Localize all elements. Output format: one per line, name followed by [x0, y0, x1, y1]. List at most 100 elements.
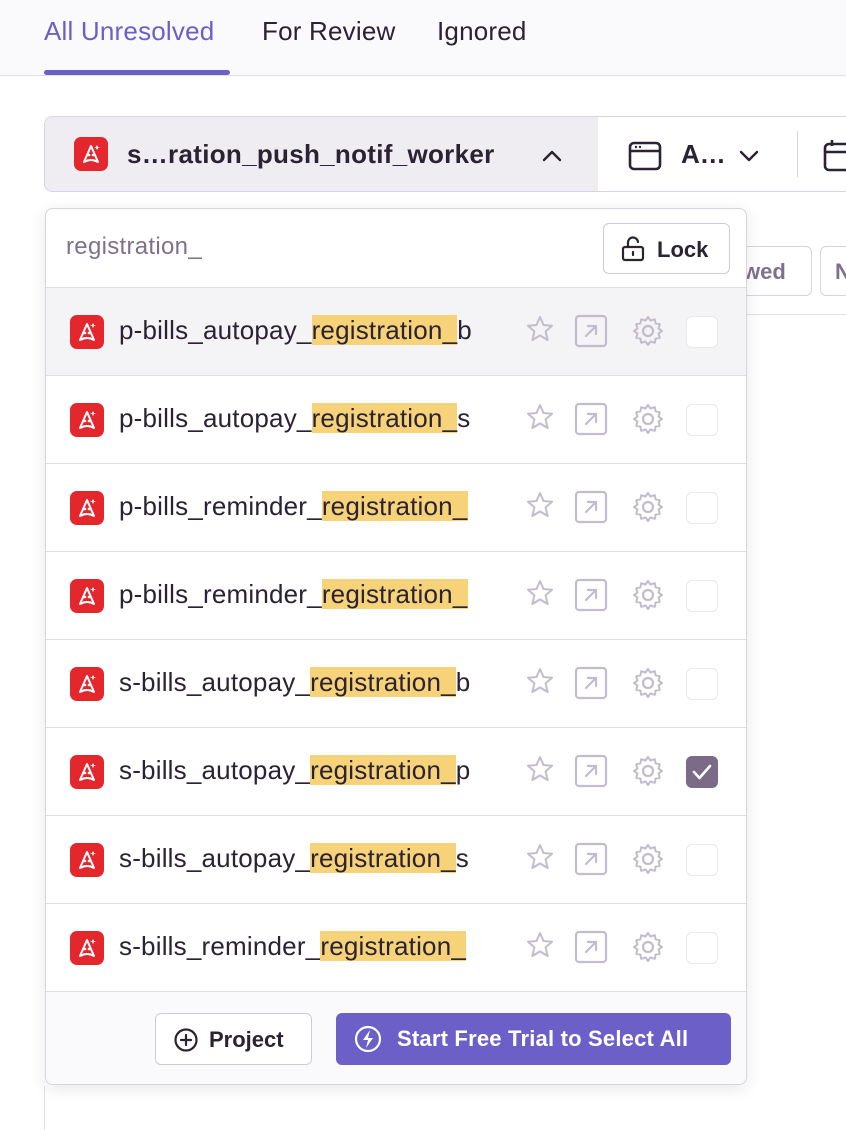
star-icon[interactable]	[525, 754, 555, 789]
project-checkbox[interactable]	[686, 668, 718, 700]
android-icon	[70, 755, 104, 789]
project-name-prefix: p-bills_reminder_	[119, 579, 322, 609]
android-icon	[70, 843, 104, 877]
gear-icon[interactable]	[631, 754, 665, 793]
project-name: s-bills_autopay_registration_b	[119, 667, 525, 703]
star-icon[interactable]	[525, 842, 555, 877]
checkmark-icon	[687, 764, 717, 791]
gear-icon[interactable]	[631, 578, 665, 617]
search-match-highlight: registration_	[310, 843, 456, 873]
project-name-prefix: s-bills_autopay_	[119, 843, 311, 873]
project-checkbox[interactable]	[686, 932, 718, 964]
tab-for-review[interactable]: For Review	[262, 16, 395, 47]
tab-all-unresolved[interactable]: All Unresolved	[44, 16, 214, 47]
add-project-button[interactable]: Project	[155, 1013, 312, 1065]
project-list-item[interactable]: p-bills_reminder_registration_	[46, 552, 746, 640]
gear-icon[interactable]	[631, 402, 665, 441]
project-name: p-bills_autopay_registration_s	[119, 403, 525, 439]
external-link-icon[interactable]	[574, 490, 608, 529]
chevron-up-icon	[542, 150, 562, 162]
sort-button-new[interactable]: N	[820, 246, 846, 296]
project-checkbox[interactable]	[686, 492, 718, 524]
divider-line	[44, 1086, 45, 1130]
tab-ignored[interactable]: Ignored	[437, 16, 527, 47]
project-checkbox[interactable]	[686, 756, 718, 788]
project-name: p-bills_reminder_registration_	[119, 579, 525, 615]
star-icon[interactable]	[525, 314, 555, 349]
star-icon[interactable]	[525, 490, 555, 525]
project-checkbox[interactable]	[686, 580, 718, 612]
project-list-item[interactable]: s-bills_autopay_registration_p	[46, 728, 746, 816]
project-list: p-bills_autopay_registration_b p-bills_au…	[46, 288, 746, 992]
project-name-prefix: s-bills_reminder_	[119, 931, 321, 961]
project-name-prefix: p-bills_autopay_	[119, 403, 312, 433]
external-link-icon[interactable]	[574, 666, 608, 705]
android-icon	[70, 931, 104, 965]
lock-label: Lock	[657, 237, 709, 262]
calendar-icon	[628, 141, 662, 171]
lock-button[interactable]: Lock	[603, 223, 730, 274]
project-name-prefix: p-bills_autopay_	[119, 315, 312, 345]
dropdown-footer: Project Start Free Trial to Select All	[46, 992, 746, 1084]
active-tab-indicator	[44, 70, 230, 75]
android-icon	[70, 315, 104, 349]
external-link-icon[interactable]	[574, 842, 608, 881]
external-link-icon[interactable]	[574, 402, 608, 441]
project-list-item[interactable]: p-bills_reminder_registration_	[46, 464, 746, 552]
gear-icon[interactable]	[631, 490, 665, 529]
search-match-highlight: registration_	[321, 579, 468, 609]
project-name-suffix: p	[455, 755, 471, 785]
project-name-prefix: s-bills_autopay_	[119, 755, 311, 785]
search-match-highlight: registration_	[321, 491, 468, 521]
external-link-icon[interactable]	[574, 578, 608, 617]
android-icon	[74, 137, 108, 171]
plus-circle-icon	[174, 1028, 198, 1052]
environment-selector[interactable]: A…	[625, 139, 795, 173]
project-checkbox[interactable]	[686, 404, 718, 436]
project-name: p-bills_autopay_registration_b	[119, 315, 525, 351]
project-name-prefix: s-bills_autopay_	[119, 667, 311, 697]
unlock-icon	[621, 236, 645, 262]
tab-bar: All Unresolved For Review Ignored	[0, 0, 846, 76]
project-name-suffix: s	[455, 843, 469, 873]
project-list-item[interactable]: p-bills_autopay_registration_s	[46, 376, 746, 464]
add-project-label: Project	[209, 1027, 284, 1052]
chevron-down-icon	[739, 150, 759, 162]
filter-divider	[797, 131, 798, 177]
search-match-highlight: registration_	[310, 667, 456, 697]
project-search-input[interactable]	[66, 229, 586, 265]
project-name: s-bills_reminder_registration_	[119, 931, 525, 967]
project-name-suffix: b	[455, 667, 471, 697]
project-list-item[interactable]: s-bills_autopay_registration_s	[46, 816, 746, 904]
search-match-highlight: registration_	[320, 931, 467, 961]
sort-button-label: N	[835, 259, 846, 284]
project-checkbox[interactable]	[686, 844, 718, 876]
star-icon[interactable]	[525, 578, 555, 613]
project-name-prefix: p-bills_reminder_	[119, 491, 322, 521]
star-icon[interactable]	[525, 402, 555, 437]
star-icon[interactable]	[525, 666, 555, 701]
gear-icon[interactable]	[631, 930, 665, 969]
star-icon[interactable]	[525, 930, 555, 965]
sort-button-label: wed	[743, 259, 786, 284]
start-free-trial-label: Start Free Trial to Select All	[397, 1026, 689, 1051]
search-match-highlight: registration_	[310, 755, 456, 785]
date-range-icon[interactable]	[823, 139, 846, 173]
gear-icon[interactable]	[631, 314, 665, 353]
divider-line	[740, 314, 846, 315]
project-dropdown: Lock p-bills_autopay_registration_bp-bil…	[45, 208, 747, 1085]
project-selector[interactable]: s…ration_push_notif_worker	[45, 117, 598, 191]
project-list-item[interactable]: s-bills_reminder_registration_	[46, 904, 746, 992]
project-list-item[interactable]: p-bills_autopay_registration_b	[46, 288, 746, 376]
environment-label: A…	[681, 139, 726, 169]
gear-icon[interactable]	[631, 666, 665, 705]
project-checkbox[interactable]	[686, 316, 718, 348]
gear-icon[interactable]	[631, 842, 665, 881]
project-name: s-bills_autopay_registration_s	[119, 843, 525, 879]
external-link-icon[interactable]	[574, 930, 608, 969]
project-name: s-bills_autopay_registration_p	[119, 755, 525, 791]
project-list-item[interactable]: s-bills_autopay_registration_b	[46, 640, 746, 728]
start-free-trial-button[interactable]: Start Free Trial to Select All	[336, 1013, 731, 1065]
external-link-icon[interactable]	[574, 314, 608, 353]
external-link-icon[interactable]	[574, 754, 608, 793]
